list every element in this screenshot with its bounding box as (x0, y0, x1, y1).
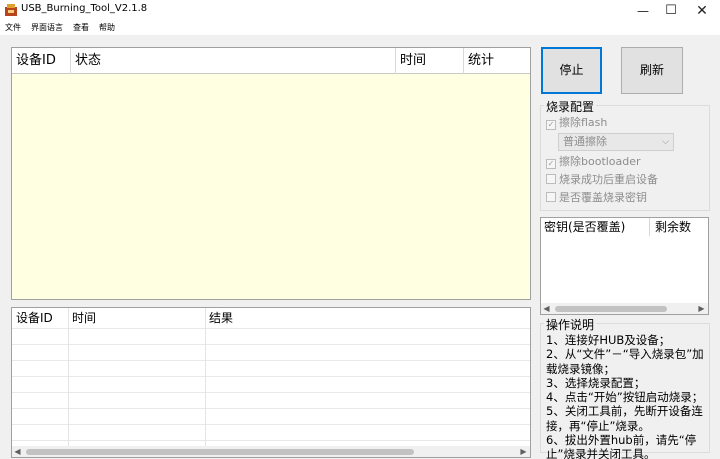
instruction-line: 2、从“文件”－“导入烧录包”加载烧录镜像； (546, 347, 704, 376)
column-divider (68, 308, 69, 448)
burn-config-title: 烧录配置 (544, 98, 597, 115)
check-icon: ✓ (546, 120, 556, 130)
device-list-header: 设备ID 状态 时间 统计 (12, 48, 530, 74)
instruction-line: 6、拔出外置hub前，请先“停止”烧录并关闭工具。 (546, 433, 697, 459)
close-button[interactable]: ✕ (685, 0, 719, 22)
log-column-time[interactable]: 时间 (68, 308, 205, 328)
scroll-left-icon[interactable]: ◀ (541, 303, 552, 314)
title-bar: USB_Burning_Tool_V2.1.8 — ☐ ✕ (0, 0, 720, 22)
erase-bootloader-label: 擦除bootloader (559, 155, 641, 168)
reboot-after-checkbox[interactable]: 烧录成功后重启设备 (546, 173, 658, 187)
erase-mode-select[interactable]: 普通擦除 ⌵ (558, 133, 674, 151)
menu-file[interactable]: 文件 (5, 21, 21, 35)
overwrite-key-checkbox[interactable]: 是否覆盖烧录密钥 (546, 191, 647, 205)
app-icon (5, 4, 17, 16)
menu-language[interactable]: 界面语言 (31, 21, 63, 35)
erase-bootloader-checkbox[interactable]: ✓ 擦除bootloader (546, 155, 641, 169)
checkbox-square (546, 174, 556, 184)
log-grid-lines (12, 328, 530, 448)
erase-flash-label: 擦除flash (559, 116, 608, 129)
instructions-title: 操作说明 (544, 316, 597, 333)
menu-help[interactable]: 帮助 (99, 21, 115, 35)
column-header-stats[interactable]: 统计 (464, 48, 530, 74)
refresh-button[interactable]: 刷新 (621, 47, 683, 94)
instruction-line: 4、点击“开始”按钮启动烧录； (546, 390, 704, 405)
log-column-result[interactable]: 结果 (205, 308, 505, 328)
erase-flash-checkbox[interactable]: ✓ 擦除flash (546, 116, 607, 130)
instruction-line: 3、选择烧录配置； (546, 375, 646, 390)
instruction-line: 5、关闭工具前，先断开设备连接，再“停止”烧录。 (546, 404, 703, 433)
column-divider (205, 308, 206, 448)
scroll-right-icon[interactable]: ▶ (696, 303, 707, 314)
key-column-remaining[interactable]: 剩余数 (652, 218, 708, 236)
overwrite-key-label: 是否覆盖烧录密钥 (559, 191, 647, 204)
chevron-down-icon: ⌵ (662, 137, 669, 147)
instruction-line: 1、连接好HUB及设备； (546, 333, 671, 347)
checkbox-square (546, 192, 556, 202)
key-table[interactable]: 密钥(是否覆盖) 剩余数 ◀ ▶ (540, 217, 709, 315)
menu-bar: 文件 界面语言 查看 帮助 (0, 21, 720, 35)
menu-view[interactable]: 查看 (73, 21, 89, 35)
window-title: USB_Burning_Tool_V2.1.8 (21, 3, 148, 14)
stop-button[interactable]: 停止 (541, 47, 602, 94)
scroll-left-icon[interactable]: ◀ (12, 446, 23, 457)
maximize-button[interactable]: ☐ (654, 0, 688, 22)
column-header-status[interactable]: 状态 (71, 48, 396, 74)
log-horizontal-scrollbar[interactable]: ◀ ▶ (12, 446, 530, 457)
device-list[interactable]: 设备ID 状态 时间 统计 (11, 47, 531, 300)
log-list[interactable]: 设备ID 时间 结果 ◀ ▶ (11, 307, 531, 458)
instructions-body: 1、连接好HUB及设备； 2、从“文件”－“导入烧录包”加载烧录镜像； 3、选择… (546, 333, 708, 459)
reboot-after-label: 烧录成功后重启设备 (559, 173, 658, 186)
erase-mode-value: 普通擦除 (563, 135, 607, 148)
column-header-time[interactable]: 时间 (396, 48, 464, 74)
scrollbar-thumb[interactable] (26, 449, 414, 455)
key-horizontal-scrollbar[interactable]: ◀ ▶ (541, 303, 708, 314)
check-icon: ✓ (546, 159, 556, 169)
key-column-key[interactable]: 密钥(是否覆盖) (541, 218, 650, 236)
column-header-device-id[interactable]: 设备ID (12, 48, 71, 74)
scroll-right-icon[interactable]: ▶ (518, 446, 529, 457)
scrollbar-thumb[interactable] (555, 306, 667, 312)
log-column-device-id[interactable]: 设备ID (12, 308, 68, 328)
